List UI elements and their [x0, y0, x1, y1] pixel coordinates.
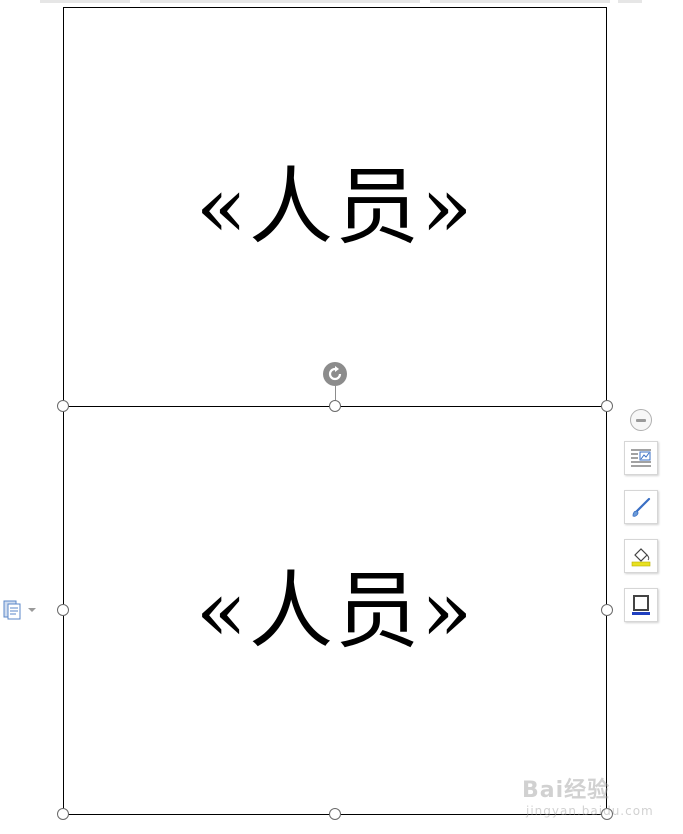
- shape-fill-button[interactable]: [624, 539, 658, 573]
- merge-field-personnel[interactable]: «人员»: [196, 569, 475, 653]
- merge-field-personnel[interactable]: «人员»: [196, 165, 475, 249]
- watermark: Bai经验 jingyan.baidu.com: [522, 760, 654, 826]
- resize-handle-top-right[interactable]: [601, 400, 613, 412]
- resize-handle-middle-right[interactable]: [601, 604, 613, 616]
- resize-handle-top-left[interactable]: [57, 400, 69, 412]
- paste-options-icon: [3, 600, 21, 620]
- resize-handle-bottom-center[interactable]: [329, 808, 341, 820]
- paste-options-button[interactable]: [3, 599, 39, 621]
- watermark-brand: Bai经验: [522, 778, 611, 803]
- ruler-segment: [40, 0, 130, 3]
- minus-circle-icon: [636, 418, 646, 422]
- ruler-segment: [140, 0, 420, 3]
- resize-handle-bottom-left[interactable]: [57, 808, 69, 820]
- brush-icon: [632, 497, 651, 517]
- text-wrap-layout-icon: [631, 449, 651, 467]
- label-cell-bottom[interactable]: «人员»: [63, 406, 607, 815]
- label-cell-top[interactable]: «人员»: [63, 7, 607, 407]
- shape-style-button[interactable]: [624, 490, 658, 524]
- watermark-domain: jingyan.baidu.com: [526, 804, 654, 818]
- shape-outline-button[interactable]: [624, 588, 658, 622]
- document-page: «人员» «人员» Bai经验 jingyan.baidu.com: [0, 0, 683, 834]
- ruler-segment: [430, 0, 610, 3]
- collapse-toolbar-button[interactable]: [630, 409, 652, 431]
- fill-bucket-icon: [631, 548, 651, 567]
- resize-handle-top-center[interactable]: [329, 400, 341, 412]
- rotate-handle[interactable]: [323, 362, 347, 386]
- chevron-down-icon: [28, 608, 36, 612]
- rotate-handle-connector: [335, 386, 336, 400]
- resize-handle-middle-left[interactable]: [57, 604, 69, 616]
- rotate-icon: [328, 366, 342, 381]
- shape-outline-icon: [632, 595, 650, 615]
- ruler-segment: [618, 0, 642, 3]
- layout-options-button[interactable]: [624, 441, 658, 475]
